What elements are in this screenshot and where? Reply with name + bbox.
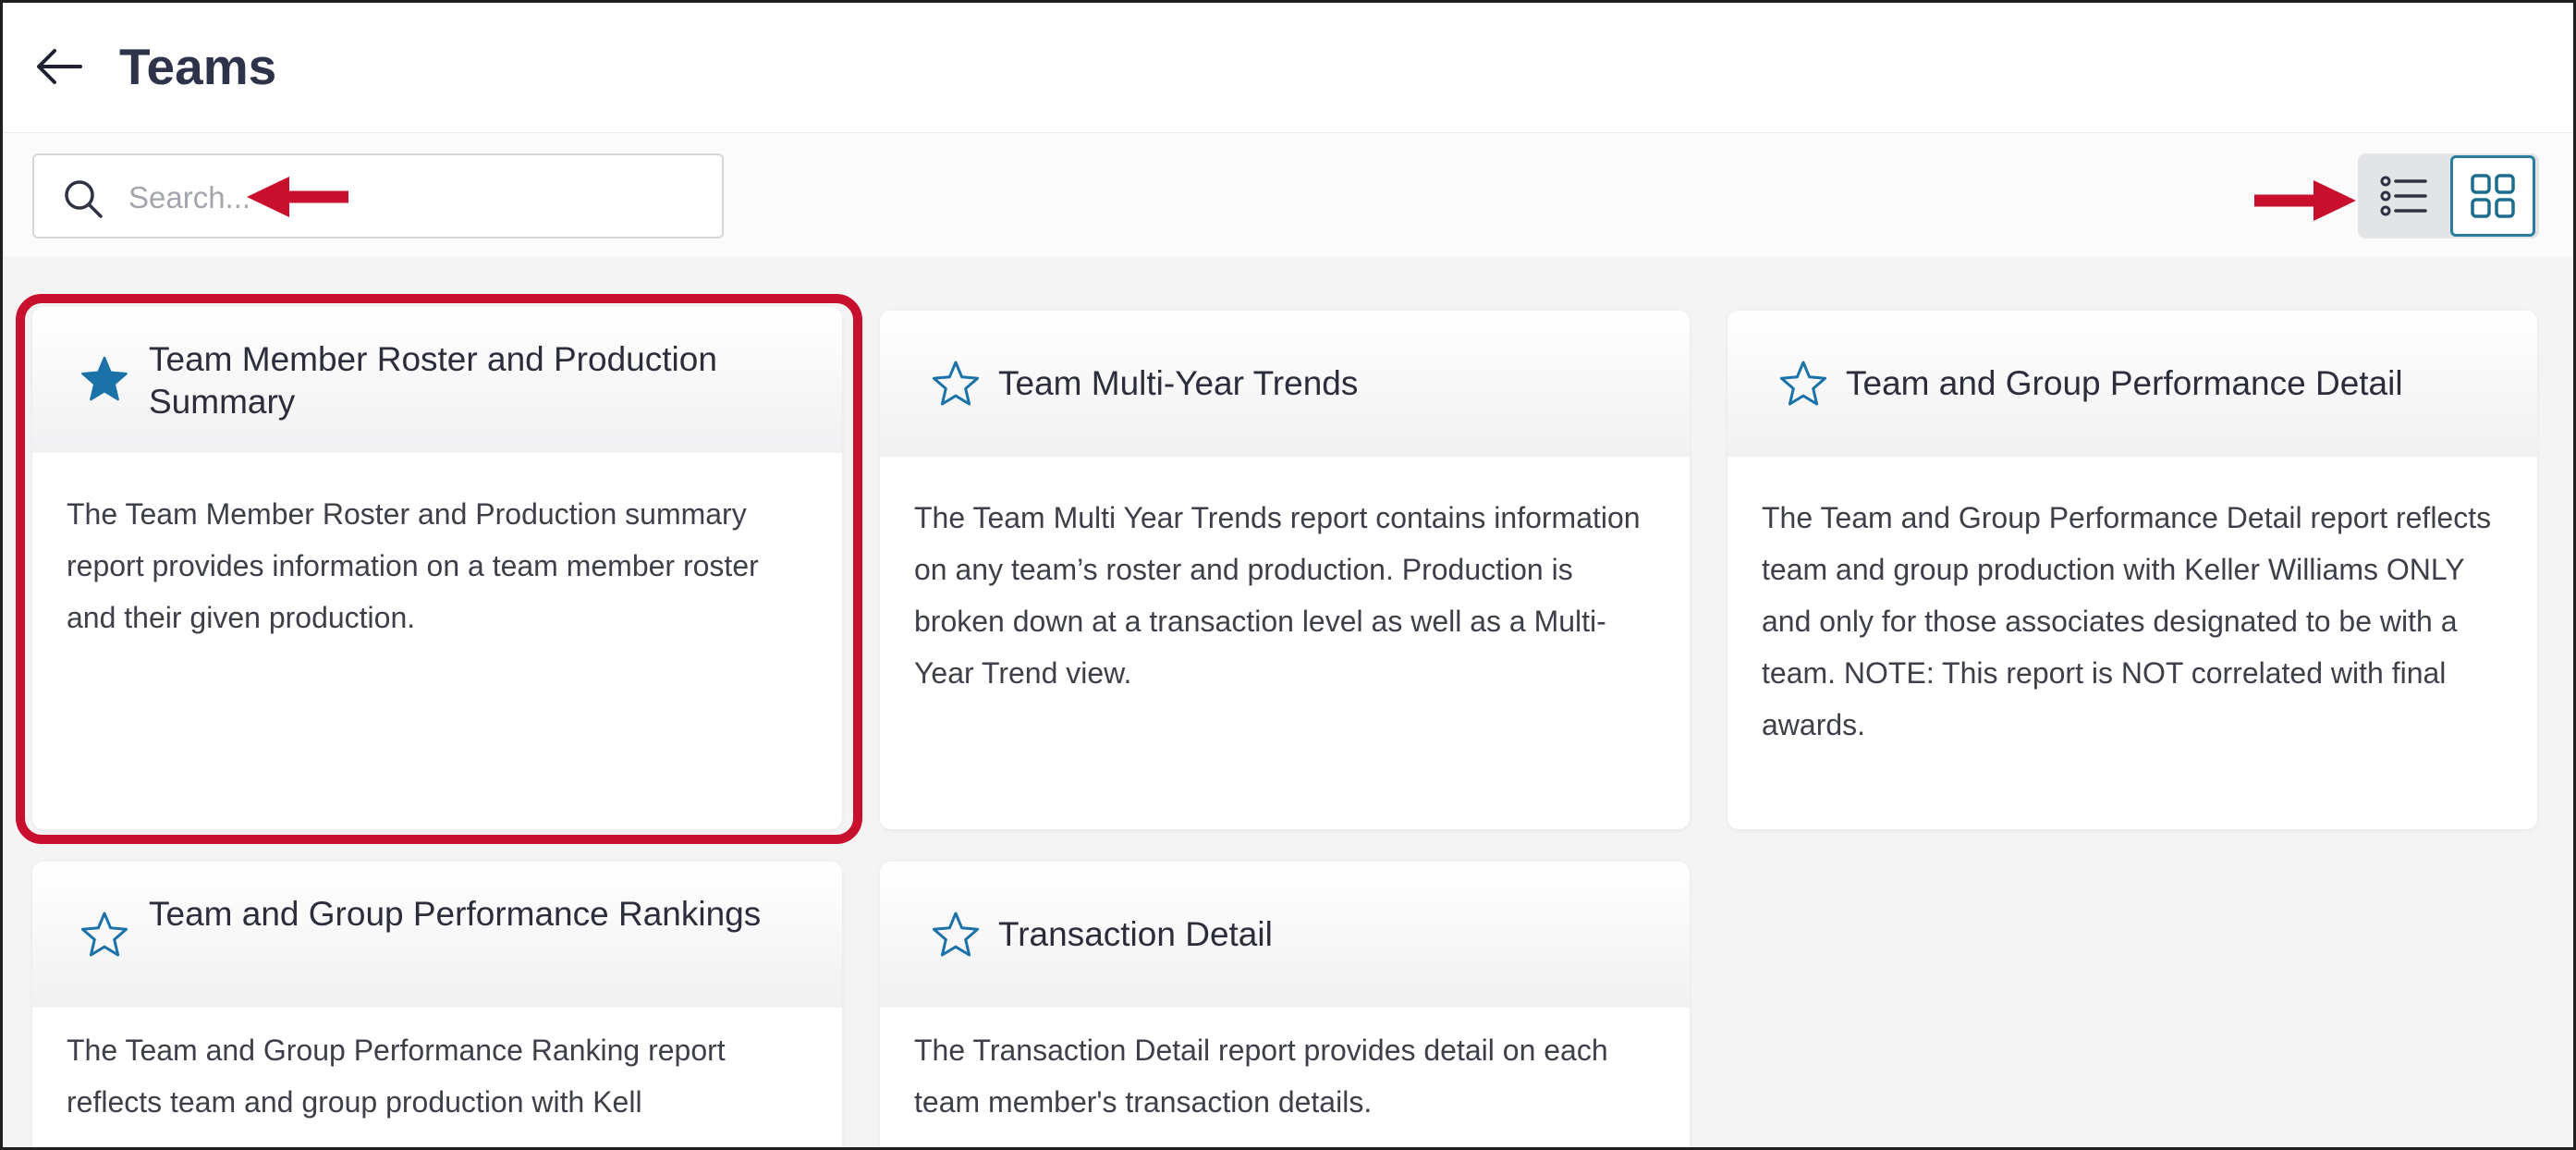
card-description: The Team Member Roster and Production su… <box>67 497 759 634</box>
report-card[interactable]: Team Member Roster and Production Summar… <box>32 307 842 829</box>
card-header: Team Member Roster and Production Summar… <box>32 307 842 453</box>
card-header: Transaction Detail <box>880 862 1690 1008</box>
star-outline-icon[interactable] <box>79 910 130 961</box>
star-outline-icon[interactable] <box>930 359 982 410</box>
card-title: Transaction Detail <box>998 915 1273 953</box>
grid-icon <box>2471 174 2515 218</box>
card-title: Team Multi-Year Trends <box>998 364 1359 402</box>
report-card[interactable]: Transaction Detail The Transaction Detai… <box>880 862 1690 1147</box>
search-input[interactable] <box>127 172 685 224</box>
list-view-button[interactable] <box>2362 155 2447 237</box>
report-card[interactable]: Team Multi-Year Trends The Team Multi Ye… <box>880 311 1690 829</box>
toolbar <box>3 132 2573 259</box>
annotation-arrow-left-icon <box>247 177 348 217</box>
card-title: Team and Group Performance Detail <box>1846 364 2403 402</box>
card-description: The Team and Group Performance Detail re… <box>1762 501 2492 741</box>
card-description: The Team Multi Year Trends report contai… <box>914 501 1641 690</box>
report-card[interactable]: Team and Group Performance Rankings The … <box>32 862 842 1147</box>
card-title: Team and Group Performance Rankings <box>149 895 762 933</box>
star-outline-icon[interactable] <box>1777 359 1829 410</box>
card-description: The Team and Group Performance Ranking r… <box>67 1034 726 1119</box>
report-card[interactable]: Team and Group Performance Detail The Te… <box>1728 311 2537 829</box>
card-title: Team Member Roster and Production Summar… <box>149 340 717 421</box>
annotation-arrow-right-icon <box>2254 180 2356 221</box>
card-header: Team Multi-Year Trends <box>880 311 1690 457</box>
card-header: Team and Group Performance Detail <box>1728 311 2537 457</box>
search-box[interactable] <box>32 153 724 239</box>
grid-view-button[interactable] <box>2450 155 2535 237</box>
back-button[interactable] <box>31 38 88 95</box>
search-icon <box>65 180 103 218</box>
teams-page: Teams Search... Team Member Roster and P… <box>0 0 2576 1150</box>
view-toggle <box>2358 153 2539 239</box>
list-icon <box>2380 176 2427 216</box>
star-outline-icon[interactable] <box>930 910 982 961</box>
star-filled-icon[interactable] <box>79 354 130 406</box>
report-card-grid: Team Member Roster and Production Summar… <box>3 257 2573 1147</box>
page-title: Teams <box>119 38 277 95</box>
arrow-left-icon <box>37 49 82 84</box>
card-description: The Transaction Detail report provides d… <box>914 1034 1608 1119</box>
card-header: Team and Group Performance Rankings <box>32 862 842 1008</box>
page-header: Teams <box>3 3 2573 132</box>
